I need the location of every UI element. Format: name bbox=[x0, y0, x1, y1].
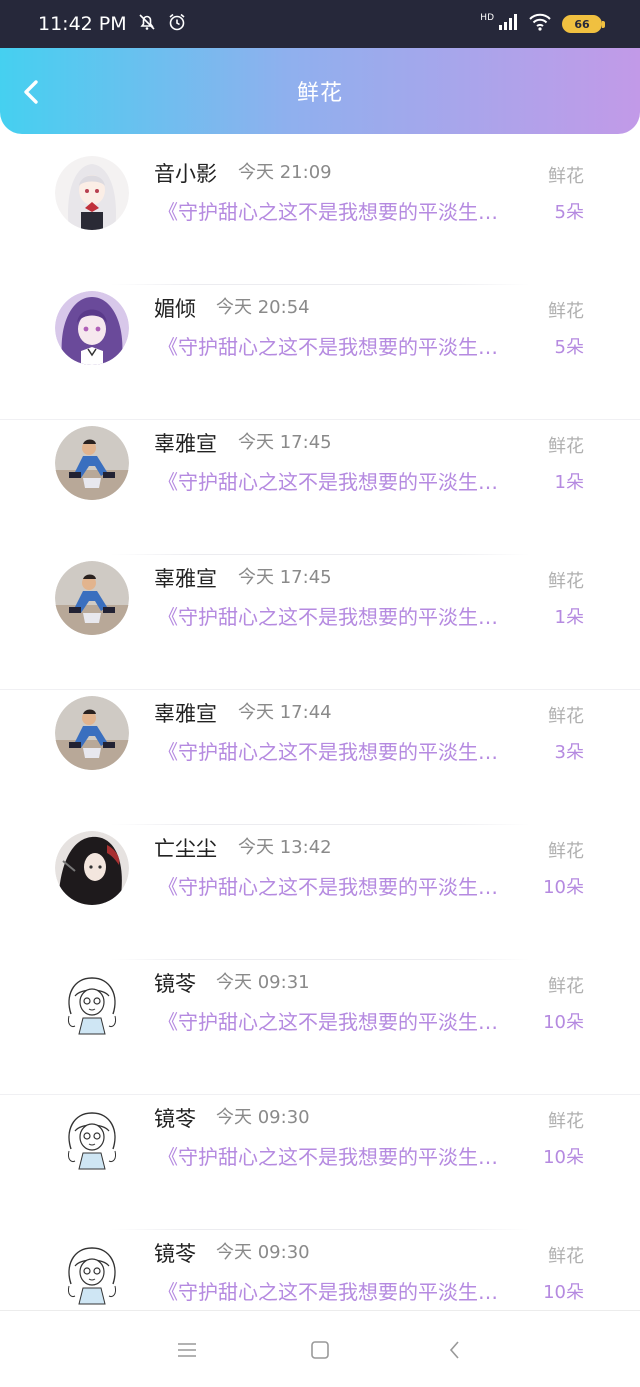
book-title-link[interactable]: 《守护甜心之这不是我想要的平淡生… bbox=[158, 1276, 530, 1305]
list-item[interactable]: 镜苓 今天 09:31 《守护甜心之这不是我想要的平淡生… 鲜花 10朵 bbox=[0, 960, 640, 1095]
avatar[interactable] bbox=[55, 1236, 129, 1310]
photo-person-icon bbox=[55, 561, 129, 635]
timestamp: 今天 20:54 bbox=[216, 297, 310, 318]
nav-back-button[interactable] bbox=[440, 1335, 470, 1365]
list-item[interactable]: 媚倾 今天 20:54 《守护甜心之这不是我想要的平淡生… 鲜花 5朵 bbox=[0, 285, 640, 420]
battery-icon: 66 bbox=[562, 15, 605, 33]
gift-type-label: 鲜花 bbox=[548, 1111, 584, 1132]
user-name[interactable]: 镜苓 bbox=[154, 1103, 196, 1133]
menu-icon bbox=[178, 1343, 196, 1357]
timestamp: 今天 17:45 bbox=[238, 567, 332, 588]
anime-girl-purple-hair-icon bbox=[55, 291, 129, 365]
flower-count: 10朵 bbox=[543, 1147, 584, 1168]
home-button[interactable] bbox=[305, 1335, 335, 1365]
app-header: 鲜花 bbox=[0, 48, 640, 134]
gift-type-label: 鲜花 bbox=[548, 436, 584, 457]
flower-count: 5朵 bbox=[554, 202, 584, 223]
flower-count: 10朵 bbox=[543, 1282, 584, 1303]
gift-type-label: 鲜花 bbox=[548, 1246, 584, 1267]
list-item[interactable]: 亡尘尘 今天 13:42 《守护甜心之这不是我想要的平淡生… 鲜花 10朵 bbox=[0, 825, 640, 960]
avatar[interactable] bbox=[55, 696, 129, 770]
page-title: 鲜花 bbox=[296, 81, 343, 106]
avatar[interactable] bbox=[55, 561, 129, 635]
timestamp: 今天 09:30 bbox=[216, 1242, 310, 1263]
flower-count: 10朵 bbox=[543, 877, 584, 898]
network-type: HD bbox=[480, 13, 494, 23]
book-title-link[interactable]: 《守护甜心之这不是我想要的平淡生… bbox=[158, 871, 530, 900]
avatar[interactable] bbox=[55, 831, 129, 905]
sketch-girl-icon bbox=[55, 1101, 129, 1175]
list-item[interactable]: 辜雅宣 今天 17:45 《守护甜心之这不是我想要的平淡生… 鲜花 1朵 bbox=[0, 555, 640, 690]
avatar[interactable] bbox=[55, 1101, 129, 1175]
mute-icon bbox=[137, 12, 157, 37]
user-name[interactable]: 媚倾 bbox=[154, 293, 196, 323]
gift-type-label: 鲜花 bbox=[548, 706, 584, 727]
timestamp: 今天 09:31 bbox=[216, 972, 310, 993]
flower-count: 10朵 bbox=[543, 1012, 584, 1033]
flower-count: 1朵 bbox=[554, 607, 584, 628]
square-icon bbox=[311, 1341, 329, 1359]
user-name[interactable]: 音小影 bbox=[154, 158, 217, 188]
user-name[interactable]: 镜苓 bbox=[154, 968, 196, 998]
book-title-link[interactable]: 《守护甜心之这不是我想要的平淡生… bbox=[158, 736, 530, 765]
timestamp: 今天 21:09 bbox=[238, 162, 332, 183]
status-left: 11:42 PM bbox=[38, 12, 187, 37]
wifi-icon bbox=[528, 13, 552, 36]
timestamp: 今天 17:44 bbox=[238, 702, 332, 723]
book-title-link[interactable]: 《守护甜心之这不是我想要的平淡生… bbox=[158, 196, 530, 225]
book-title-link[interactable]: 《守护甜心之这不是我想要的平淡生… bbox=[158, 331, 530, 360]
status-right: HD 66 bbox=[480, 13, 605, 36]
avatar[interactable] bbox=[55, 291, 129, 365]
flower-record-list: 音小影 今天 21:09 《守护甜心之这不是我想要的平淡生… 鲜花 5朵 媚倾 … bbox=[0, 150, 640, 1365]
anime-dark-hair-icon bbox=[55, 831, 129, 905]
book-title-link[interactable]: 《守护甜心之这不是我想要的平淡生… bbox=[158, 1006, 530, 1035]
user-name[interactable]: 辜雅宣 bbox=[154, 563, 217, 593]
sketch-girl-icon bbox=[55, 1236, 129, 1310]
gift-type-label: 鲜花 bbox=[548, 976, 584, 997]
flower-count: 5朵 bbox=[554, 337, 584, 358]
signal-icon bbox=[498, 13, 518, 36]
flower-count: 1朵 bbox=[554, 472, 584, 493]
user-name[interactable]: 镜苓 bbox=[154, 1238, 196, 1268]
alarm-icon bbox=[167, 12, 187, 37]
system-nav-bar bbox=[0, 1310, 640, 1387]
sketch-girl-icon bbox=[55, 966, 129, 1040]
battery-level: 66 bbox=[574, 17, 590, 31]
user-name[interactable]: 辜雅宣 bbox=[154, 428, 217, 458]
avatar[interactable] bbox=[55, 426, 129, 500]
anime-girl-white-hair-icon bbox=[55, 156, 129, 230]
flower-count: 3朵 bbox=[554, 742, 584, 763]
gift-type-label: 鲜花 bbox=[548, 571, 584, 592]
back-button[interactable] bbox=[16, 76, 48, 108]
avatar[interactable] bbox=[55, 966, 129, 1040]
gift-type-label: 鲜花 bbox=[548, 166, 584, 187]
user-name[interactable]: 辜雅宣 bbox=[154, 698, 217, 728]
chevron-left-icon bbox=[449, 1341, 459, 1359]
timestamp: 今天 17:45 bbox=[238, 432, 332, 453]
gift-type-label: 鲜花 bbox=[548, 841, 584, 862]
timestamp: 今天 13:42 bbox=[238, 837, 332, 858]
list-item[interactable]: 辜雅宣 今天 17:44 《守护甜心之这不是我想要的平淡生… 鲜花 3朵 bbox=[0, 690, 640, 825]
book-title-link[interactable]: 《守护甜心之这不是我想要的平淡生… bbox=[158, 1141, 530, 1170]
list-item[interactable]: 音小影 今天 21:09 《守护甜心之这不是我想要的平淡生… 鲜花 5朵 bbox=[0, 150, 640, 285]
book-title-link[interactable]: 《守护甜心之这不是我想要的平淡生… bbox=[158, 601, 530, 630]
timestamp: 今天 09:30 bbox=[216, 1107, 310, 1128]
gift-type-label: 鲜花 bbox=[548, 301, 584, 322]
list-item[interactable]: 镜苓 今天 09:30 《守护甜心之这不是我想要的平淡生… 鲜花 10朵 bbox=[0, 1095, 640, 1230]
menu-button[interactable] bbox=[172, 1335, 202, 1365]
list-item[interactable]: 辜雅宣 今天 17:45 《守护甜心之这不是我想要的平淡生… 鲜花 1朵 bbox=[0, 420, 640, 555]
status-time: 11:42 PM bbox=[38, 13, 127, 35]
user-name[interactable]: 亡尘尘 bbox=[154, 833, 217, 863]
avatar[interactable] bbox=[55, 156, 129, 230]
photo-person-icon bbox=[55, 696, 129, 770]
chevron-left-icon bbox=[24, 80, 38, 104]
status-bar: 11:42 PM HD 66 bbox=[0, 0, 640, 48]
book-title-link[interactable]: 《守护甜心之这不是我想要的平淡生… bbox=[158, 466, 530, 495]
photo-person-icon bbox=[55, 426, 129, 500]
